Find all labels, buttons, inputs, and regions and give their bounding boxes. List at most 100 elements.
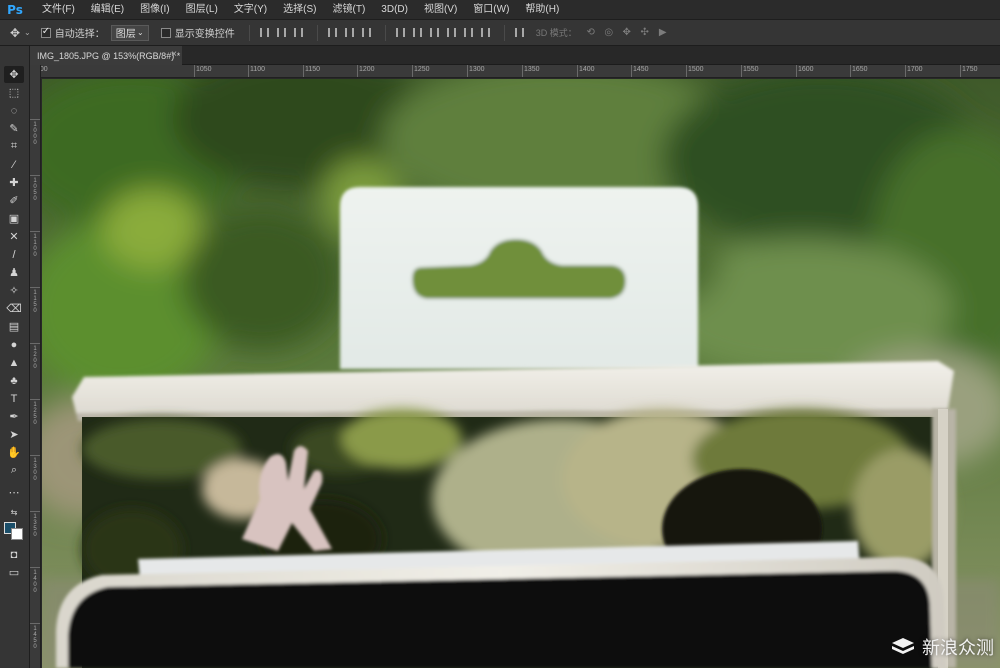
ruler-label: 1600 (798, 66, 814, 73)
ruler-label: 1300 (469, 66, 485, 73)
marquee-tool-icon[interactable]: ⬚ (4, 84, 24, 101)
menu-view[interactable]: 视图(V) (416, 0, 465, 20)
move-tool-icon[interactable]: ✥ (4, 66, 24, 83)
quick-mask-icon[interactable]: ◘ (4, 546, 24, 563)
align-right-icon[interactable] (360, 26, 373, 40)
ruler-tick (30, 511, 40, 512)
ruler-label: 1250 (33, 402, 37, 426)
ruler-label: 1350 (524, 66, 540, 73)
menu-edit[interactable]: 编辑(E) (83, 0, 132, 20)
gradient-tool-icon[interactable]: ▤ (4, 318, 24, 335)
distribute-bottom-icon[interactable] (428, 26, 441, 40)
chevron-down-icon[interactable]: ⌄ (24, 28, 31, 37)
eyedropper-tool-icon[interactable]: ⁄ (4, 156, 24, 173)
hand-tool-icon[interactable]: ✋ (4, 444, 24, 461)
3d-orbit-icon[interactable]: ⟲ (583, 26, 599, 40)
distribute-vcenter-icon[interactable] (411, 26, 424, 40)
vertical-ruler[interactable]: 1000 1050 1100 1150 1200 1250 1300 1350 1400 1450 (30, 78, 41, 668)
ruler-label: 1550 (743, 66, 759, 73)
3d-pan-icon[interactable]: ✥ (619, 26, 635, 40)
ruler-label: 1450 (33, 626, 37, 650)
default-colors-icon[interactable]: ⇆ (4, 504, 24, 521)
blur-tool-icon[interactable]: ● (4, 336, 24, 353)
stamp-icon[interactable]: ♟ (4, 264, 24, 281)
distribute-left-icon[interactable] (445, 26, 458, 40)
pen-tool-icon[interactable]: ✒ (4, 408, 24, 425)
ruler-tick (522, 65, 523, 77)
menu-select[interactable]: 选择(S) (275, 0, 324, 20)
more-tools-icon[interactable]: ⋯ (4, 484, 24, 501)
ruler-label: 1150 (305, 66, 321, 73)
history-brush-tool-icon[interactable]: ✕ (4, 228, 24, 245)
quick-select-tool-icon[interactable]: ✎ (4, 120, 24, 137)
auto-align-icon[interactable] (513, 26, 526, 40)
distribute-hcenter-icon[interactable] (462, 26, 475, 40)
art-history-brush-icon[interactable]: ✧ (4, 282, 24, 299)
divider (248, 24, 250, 41)
distribute-top-icon[interactable] (394, 26, 407, 40)
show-transform-label: 显示变换控件 (174, 29, 235, 40)
menu-image[interactable]: 图像(I) (132, 0, 177, 20)
ruler-tick (30, 287, 40, 288)
align-hcenter-icon[interactable] (343, 26, 356, 40)
ruler-tick (30, 623, 40, 624)
close-icon[interactable]: × (171, 49, 177, 60)
3d-slide-icon[interactable]: ✣ (637, 26, 653, 40)
ruler-tick (303, 65, 304, 77)
watermark-text: 新浪众测 (922, 638, 994, 659)
auto-select-checkbox[interactable] (40, 26, 51, 38)
align-top-icon[interactable] (258, 26, 271, 40)
align-vcenter-icon[interactable] (275, 26, 288, 40)
ruler-tick (686, 65, 687, 77)
photoshop-logo: Ps (7, 2, 23, 17)
crop-tool-icon[interactable]: ⌗ (4, 138, 24, 155)
ruler-label: 1000 (33, 122, 37, 146)
ruler-label: 1500 (688, 66, 704, 73)
healing-brush-tool-icon[interactable]: ✚ (4, 174, 24, 191)
ruler-label: 1450 (633, 66, 649, 73)
divider (503, 24, 505, 41)
ruler-tick (905, 65, 906, 77)
screen-mode-icon[interactable]: ▭ (4, 564, 24, 581)
menu-type[interactable]: 文字(Y) (226, 0, 275, 20)
ruler-label: 1050 (196, 66, 212, 73)
document-canvas[interactable]: 新浪众测 (42, 79, 1000, 668)
lasso-tool-icon[interactable]: ◌ (4, 102, 24, 119)
background-color-swatch[interactable] (11, 528, 23, 540)
sharpen-tool-icon[interactable]: ▲ (4, 354, 24, 371)
menu-help[interactable]: 帮助(H) (517, 0, 567, 20)
auto-select-dropdown[interactable]: 图层 ⌄ (110, 24, 149, 41)
distribute-right-icon[interactable] (479, 26, 492, 40)
menu-layer[interactable]: 图层(L) (178, 0, 226, 20)
align-left-icon[interactable] (326, 26, 339, 40)
brush-tool-icon[interactable]: ✐ (4, 192, 24, 209)
3d-camera-icon[interactable]: ▶ (655, 26, 671, 40)
ruler-tick (796, 65, 797, 77)
menu-filter[interactable]: 滤镜(T) (325, 0, 374, 20)
align-bottom-icon[interactable] (292, 26, 305, 40)
horizontal-ruler[interactable]: 900 1050 1100 1150 1200 1250 1300 1350 1400 1450 1… (30, 65, 1000, 78)
zoom-tool-icon[interactable]: ⌕ (4, 462, 24, 479)
3d-roll-icon[interactable]: ◎ (601, 26, 617, 40)
ruler-tick (741, 65, 742, 77)
eraser-tool-icon[interactable]: ⌫ (4, 300, 24, 317)
ruler-label: 1400 (33, 570, 37, 594)
document-tab[interactable]: IMG_1805.JPG @ 153%(RGB/8#) * × (30, 46, 182, 65)
clone-stamp-tool-icon[interactable]: ▣ (4, 210, 24, 227)
menu-3d[interactable]: 3D(D) (373, 0, 416, 20)
menu-window[interactable]: 窗口(W) (465, 0, 517, 20)
type-tool-icon[interactable]: T (4, 390, 24, 407)
dodge-tool-icon[interactable]: ♣ (4, 372, 24, 389)
show-transform-checkbox[interactable] (160, 27, 171, 38)
move-tool-icon[interactable]: ✥ (6, 24, 24, 42)
ruler-tick (467, 65, 468, 77)
ruler-origin[interactable] (30, 65, 41, 78)
ruler-tick (30, 399, 40, 400)
menu-file[interactable]: 文件(F) (34, 0, 83, 20)
brush-icon[interactable]: / (4, 246, 24, 263)
ruler-label: 1250 (414, 66, 430, 73)
watermark-logo-icon (892, 638, 914, 654)
path-select-tool-icon[interactable]: ➤ (4, 426, 24, 443)
ruler-label: 1200 (359, 66, 375, 73)
ruler-label: 1100 (250, 66, 266, 73)
